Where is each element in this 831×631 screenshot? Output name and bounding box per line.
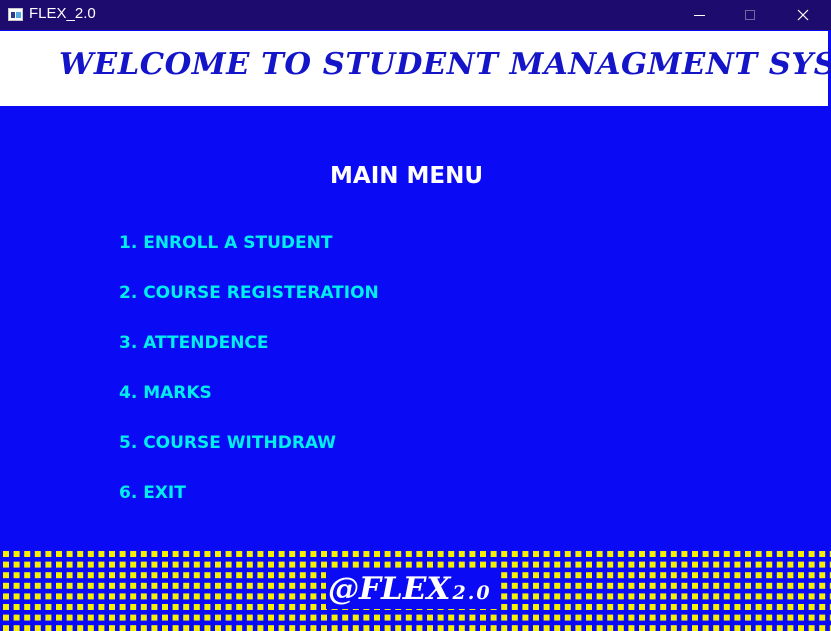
welcome-banner: WELCOME TO STUDENT MANAGMENT SYSTEM (0, 31, 831, 106)
welcome-text: WELCOME TO STUDENT MANAGMENT SYSTEM (59, 47, 831, 82)
window-title: FLEX_2.0 (29, 5, 96, 22)
main-menu: 1. ENROLL A STUDENT 2. COURSE REGISTERAT… (119, 231, 379, 531)
minimize-icon (694, 15, 705, 16)
menu-item-course-registration[interactable]: 2. COURSE REGISTERATION (119, 281, 379, 331)
minimize-button[interactable] (677, 0, 723, 30)
menu-item-exit[interactable]: 6. EXIT (119, 481, 379, 531)
app-icon (8, 8, 23, 21)
menu-item-marks[interactable]: 4. MARKS (119, 381, 379, 431)
app-window: FLEX_2.0 WELCOME TO STUDENT MANAGMENT SY… (0, 0, 831, 631)
footer-logo-main: @FLEX (328, 571, 451, 607)
menu-item-enroll-student[interactable]: 1. ENROLL A STUDENT (119, 231, 379, 281)
menu-item-attendance[interactable]: 3. ATTENDENCE (119, 331, 379, 381)
menu-heading: MAIN MENU (330, 163, 484, 189)
footer-logo: @FLEX 2.0 (326, 569, 498, 609)
maximize-icon (745, 10, 755, 20)
close-icon (797, 9, 809, 21)
menu-item-course-withdraw[interactable]: 5. COURSE WITHDRAW (119, 431, 379, 481)
maximize-button[interactable] (727, 0, 773, 30)
footer-logo-version: 2.0 (452, 582, 492, 604)
title-bar[interactable]: FLEX_2.0 (0, 0, 831, 30)
close-button[interactable] (780, 0, 826, 30)
footer-pattern: @FLEX 2.0 (0, 548, 831, 631)
